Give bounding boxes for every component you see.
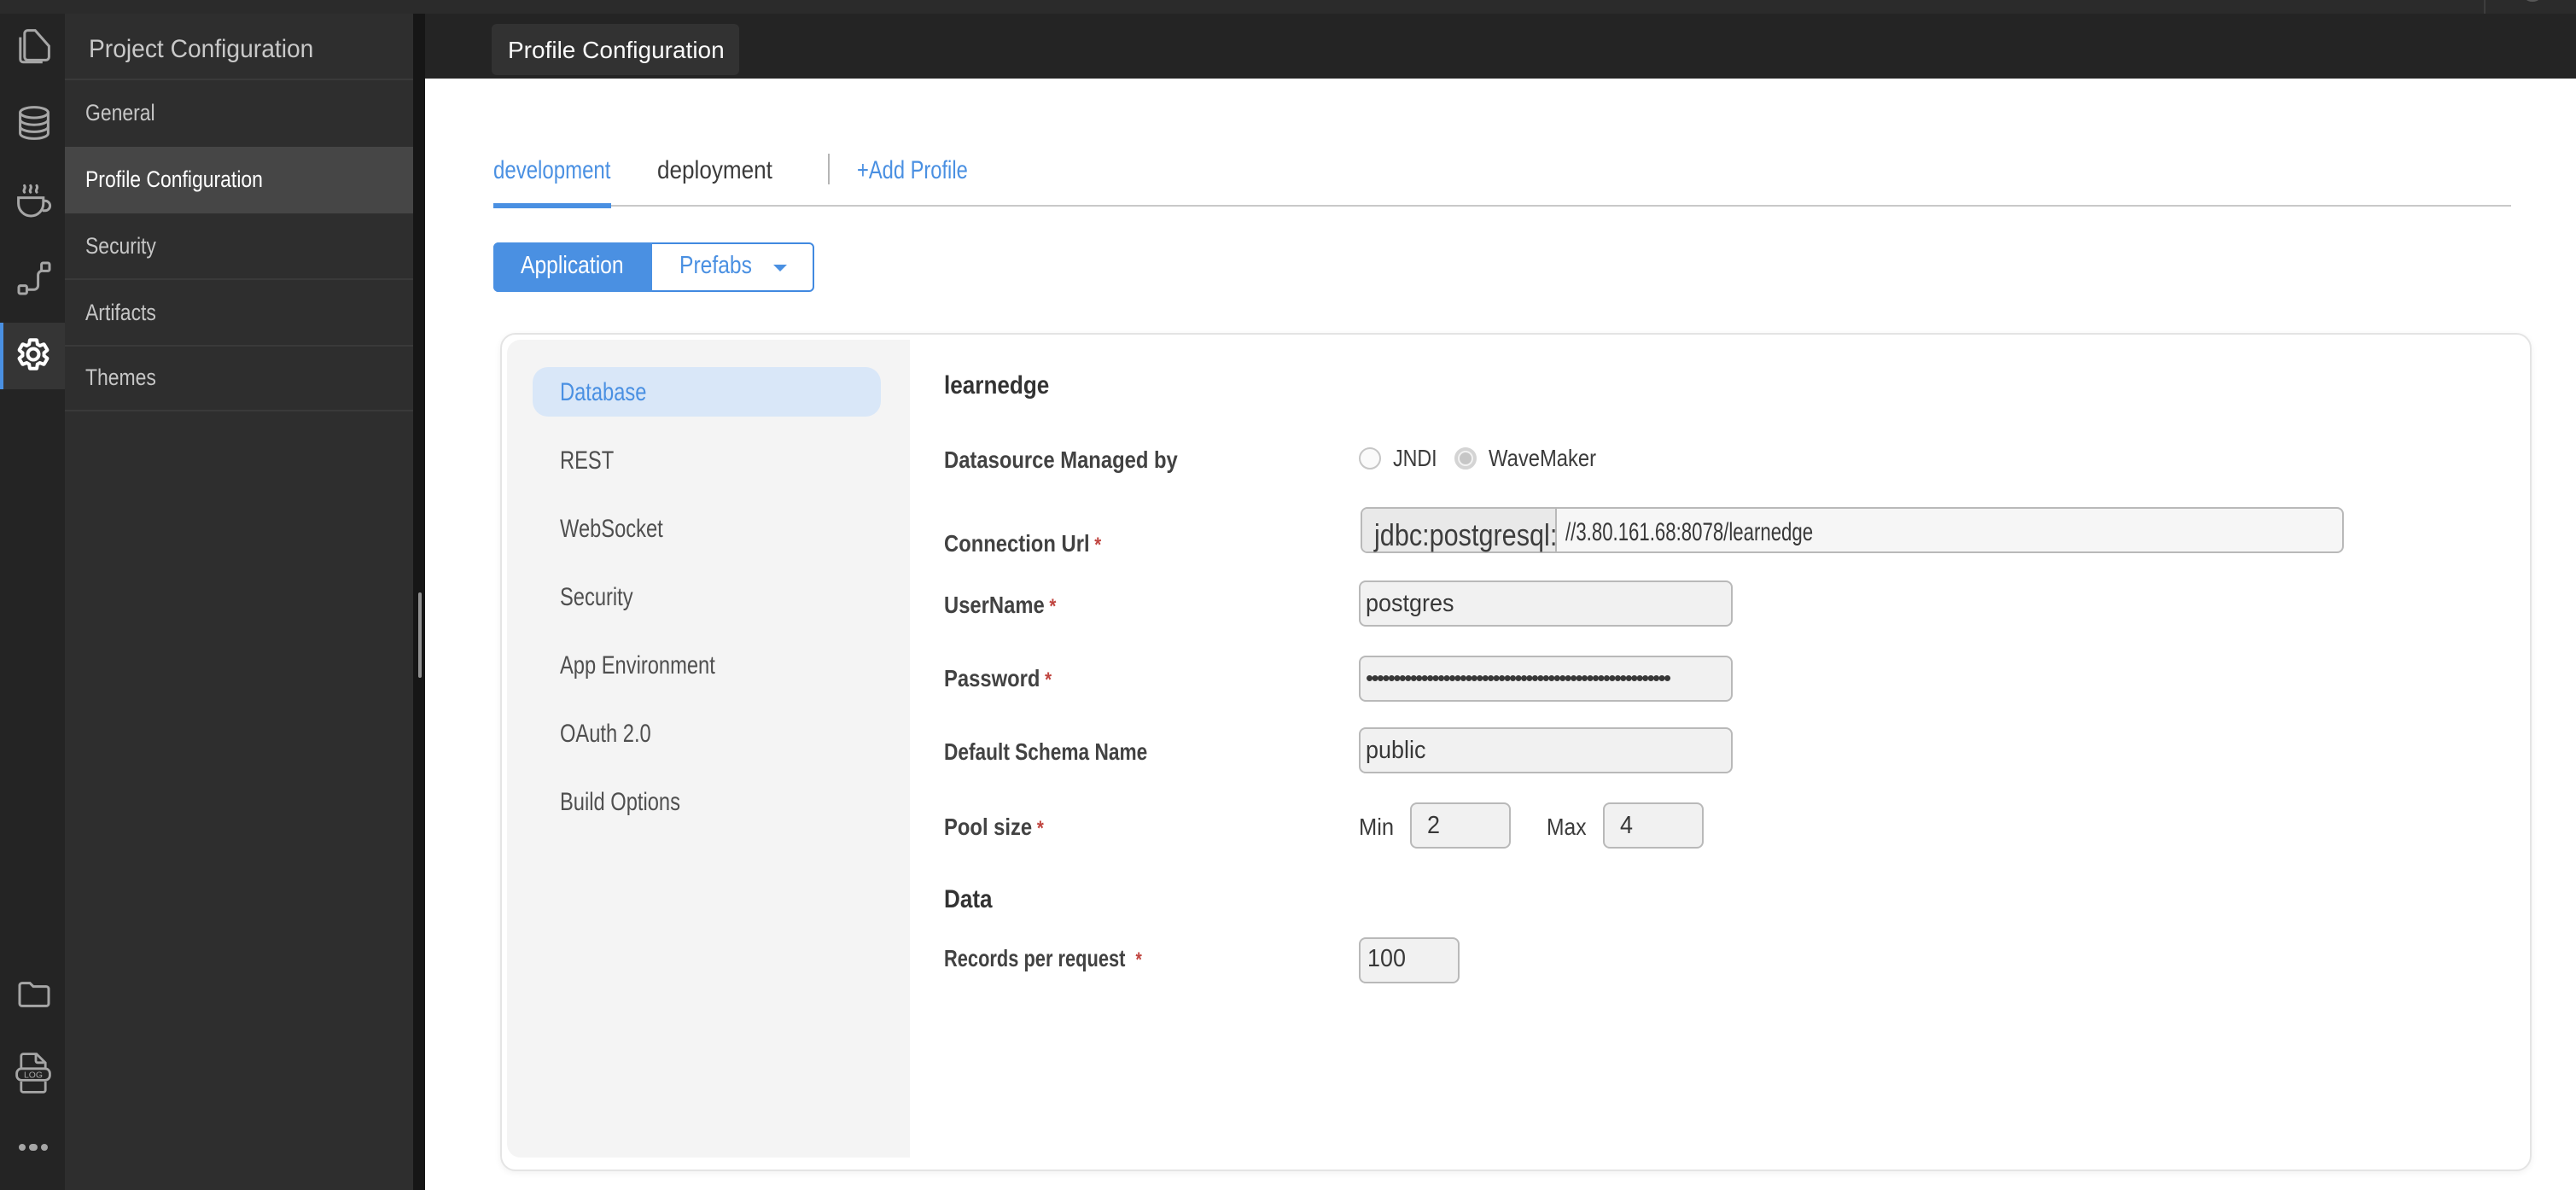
svg-text:LOG: LOG — [24, 1070, 43, 1079]
